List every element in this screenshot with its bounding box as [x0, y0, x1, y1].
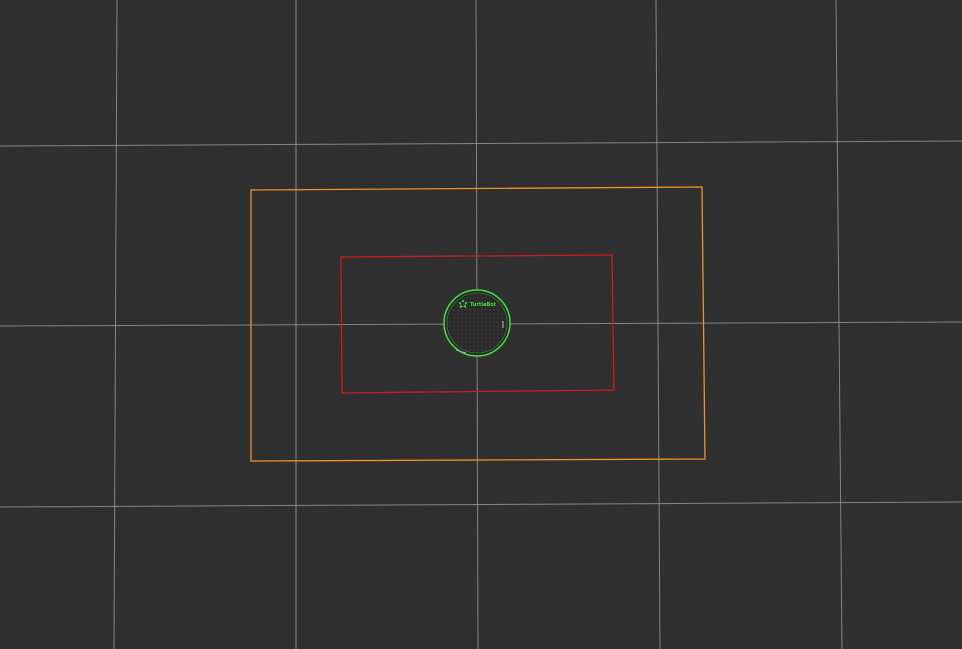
scene-canvas[interactable]: TurtleBot: [0, 0, 962, 649]
grid-line: [655, 0, 661, 649]
grid-line: [835, 0, 843, 649]
grid-line: [0, 140, 962, 147]
robot-logo-text: TurtleBot: [470, 302, 497, 308]
rviz-3d-viewport[interactable]: TurtleBot: [0, 0, 962, 649]
turtlebot-robot[interactable]: TurtleBot: [443, 289, 511, 357]
grid-line: [113, 0, 118, 649]
grid-line: [0, 501, 962, 508]
